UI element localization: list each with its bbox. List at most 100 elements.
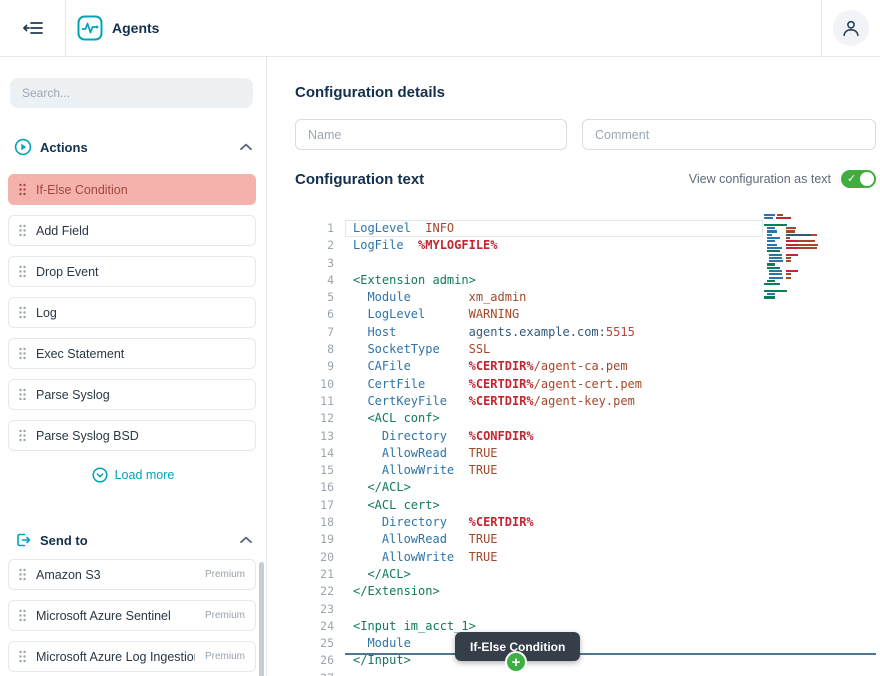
send-to-section-header[interactable]: Send to xyxy=(14,531,252,549)
name-input[interactable] xyxy=(295,119,567,150)
sidebar-item-label: Microsoft Azure Sentinel xyxy=(36,609,195,623)
editor-line[interactable]: 11 CertKeyFile %CERTDIR%/agent-key.pem xyxy=(299,393,876,410)
actions-section-header[interactable]: Actions xyxy=(14,138,252,156)
editor-line[interactable]: 17 <ACL cert> xyxy=(299,497,876,514)
load-more-button[interactable]: Load more xyxy=(92,467,175,483)
send-to-section-label: Send to xyxy=(40,533,232,548)
editor-line[interactable]: 6 LogLevel WARNING xyxy=(299,306,876,323)
code-text xyxy=(334,670,353,676)
drag-handle-icon[interactable] xyxy=(19,224,26,237)
sidebar-item-parse-syslog-bsd[interactable]: Parse Syslog BSD xyxy=(8,420,256,451)
sidebar-toggle-button[interactable] xyxy=(0,0,66,56)
line-number: 9 xyxy=(299,358,334,375)
editor-minimap[interactable] xyxy=(764,214,832,303)
line-number: 15 xyxy=(299,462,334,479)
editor-line[interactable]: 23 xyxy=(299,601,876,618)
sidebar-item-microsoft-azure-log-ingestion[interactable]: Microsoft Azure Log IngestionPremium xyxy=(8,641,256,672)
code-text: <Extension admin> xyxy=(334,272,476,289)
drag-handle-icon[interactable] xyxy=(19,388,26,401)
code-text: CAFile %CERTDIR%/agent-ca.pem xyxy=(334,358,628,375)
sidebar-item-drop-event[interactable]: Drop Event xyxy=(8,256,256,287)
editor-line[interactable]: 20 AllowWrite TRUE xyxy=(299,549,876,566)
code-text: </ACL> xyxy=(334,566,411,583)
sidebar-item-if-else-condition[interactable]: If-Else Condition xyxy=(8,174,256,205)
comment-input[interactable] xyxy=(582,119,876,150)
config-editor[interactable]: 1LogLevel INFO2LogFile %MYLOGFILE%34<Ext… xyxy=(299,210,876,676)
code-text: AllowWrite TRUE xyxy=(334,462,498,479)
editor-line[interactable]: 18 Directory %CERTDIR% xyxy=(299,514,876,531)
sidebar-scrollbar[interactable] xyxy=(259,562,264,676)
send-to-section: Send to Amazon S3Premium Microsoft Azure … xyxy=(0,531,266,672)
editor-line[interactable]: 21 </ACL> xyxy=(299,566,876,583)
editor-line[interactable]: 10 CertFile %CERTDIR%/agent-cert.pem xyxy=(299,376,876,393)
sidebar: Actions If-Else Condition Add Field Drop E… xyxy=(0,57,267,676)
editor-line[interactable]: 24<Input im_acct_1> xyxy=(299,618,876,635)
editor-line[interactable]: 25 Module xyxy=(299,635,876,652)
editor-line[interactable]: 26</Input> xyxy=(299,652,876,669)
line-number: 27 xyxy=(299,670,334,676)
line-number: 11 xyxy=(299,393,334,410)
minimap-line xyxy=(764,300,832,303)
editor-line[interactable]: 9 CAFile %CERTDIR%/agent-ca.pem xyxy=(299,358,876,375)
chevron-up-icon xyxy=(240,143,252,151)
sidebar-item-label: Log xyxy=(36,306,245,320)
line-number: 4 xyxy=(299,272,334,289)
code-text: LogFile %MYLOGFILE% xyxy=(334,237,498,254)
send-icon xyxy=(14,531,32,549)
code-text: AllowRead TRUE xyxy=(334,531,498,548)
line-number: 26 xyxy=(299,652,334,669)
sidebar-item-exec-statement[interactable]: Exec Statement xyxy=(8,338,256,369)
drag-handle-icon[interactable] xyxy=(19,609,26,622)
sidebar-item-add-field[interactable]: Add Field xyxy=(8,215,256,246)
load-more-label: Load more xyxy=(115,468,175,482)
sidebar-item-parse-syslog[interactable]: Parse Syslog xyxy=(8,379,256,410)
drag-handle-icon[interactable] xyxy=(19,429,26,442)
line-number: 19 xyxy=(299,531,334,548)
drag-handle-icon[interactable] xyxy=(19,306,26,319)
editor-line[interactable]: 8 SocketType SSL xyxy=(299,341,876,358)
chevron-down-circle-icon xyxy=(92,467,108,483)
editor-line[interactable]: 12 <ACL conf> xyxy=(299,410,876,427)
editor-line[interactable]: 7 Host agents.example.com:5515 xyxy=(299,324,876,341)
line-number: 3 xyxy=(299,255,334,272)
code-text: </Extension> xyxy=(334,583,440,600)
content-body: Actions If-Else Condition Add Field Drop E… xyxy=(0,57,880,676)
actions-section-label: Actions xyxy=(40,140,232,155)
agents-logo-icon xyxy=(77,15,103,41)
line-number: 2 xyxy=(299,237,334,254)
drag-handle-icon[interactable] xyxy=(19,650,26,663)
line-number: 8 xyxy=(299,341,334,358)
sidebar-item-microsoft-azure-sentinel[interactable]: Microsoft Azure SentinelPremium xyxy=(8,600,256,631)
drag-handle-icon[interactable] xyxy=(19,347,26,360)
editor-line[interactable]: 27 xyxy=(299,670,876,676)
add-icon: + xyxy=(505,651,527,673)
code-text: </Input> xyxy=(334,652,411,669)
code-text: Directory %CERTDIR% xyxy=(334,514,534,531)
editor-line[interactable]: 13 Directory %CONFDIR% xyxy=(299,428,876,445)
sidebar-item-amazon-s3[interactable]: Amazon S3Premium xyxy=(8,559,256,590)
drag-handle-icon[interactable] xyxy=(19,183,26,196)
search-input[interactable] xyxy=(10,78,253,108)
editor-line[interactable]: 19 AllowRead TRUE xyxy=(299,531,876,548)
drag-handle-icon[interactable] xyxy=(19,265,26,278)
line-number: 5 xyxy=(299,289,334,306)
sidebar-item-label: Microsoft Azure Log Ingestion xyxy=(36,650,195,664)
code-text: AllowRead TRUE xyxy=(334,445,498,462)
user-menu-button[interactable] xyxy=(833,10,869,46)
view-as-text-toggle[interactable]: ✓ xyxy=(841,170,876,188)
code-text: CertFile %CERTDIR%/agent-cert.pem xyxy=(334,376,642,393)
configuration-details-heading: Configuration details xyxy=(295,84,876,101)
editor-line[interactable]: 16 </ACL> xyxy=(299,479,876,496)
check-icon: ✓ xyxy=(847,171,856,187)
app-brand: Agents xyxy=(66,15,159,41)
code-text: Directory %CONFDIR% xyxy=(334,428,534,445)
editor-line[interactable]: 15 AllowWrite TRUE xyxy=(299,462,876,479)
code-text: LogLevel INFO xyxy=(334,220,454,237)
editor-line[interactable]: 22</Extension> xyxy=(299,583,876,600)
drag-handle-icon[interactable] xyxy=(19,568,26,581)
code-text: <Input im_acct_1> xyxy=(334,618,476,635)
drop-indicator-line xyxy=(345,653,876,655)
editor-line[interactable]: 14 AllowRead TRUE xyxy=(299,445,876,462)
page-title: Agents xyxy=(112,20,159,36)
sidebar-item-log[interactable]: Log xyxy=(8,297,256,328)
